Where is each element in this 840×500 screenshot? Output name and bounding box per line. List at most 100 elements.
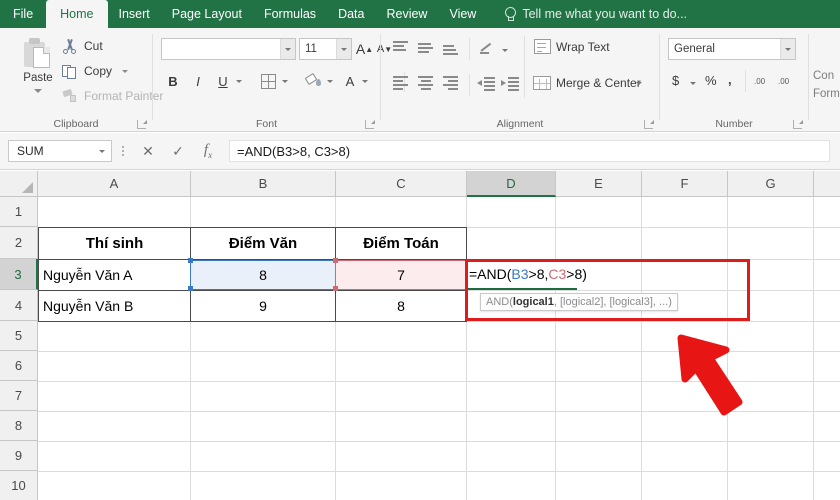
cell-B3[interactable]: 8 — [190, 260, 336, 290]
row-header-8[interactable]: 8 — [0, 411, 38, 441]
formula-bar-grip[interactable] — [117, 140, 129, 162]
column-header-C[interactable]: C — [336, 171, 467, 197]
tab-file[interactable]: File — [0, 0, 46, 28]
tab-home[interactable]: Home — [46, 0, 108, 28]
row-header-2[interactable]: 2 — [0, 227, 38, 259]
reference-handle-c3-tl[interactable] — [333, 258, 338, 263]
percent-style-button[interactable]: % — [705, 73, 717, 88]
align-middle-button[interactable] — [418, 42, 436, 57]
borders-button[interactable] — [258, 71, 278, 91]
comma-style-button[interactable]: , — [728, 72, 732, 87]
row-header-3[interactable]: 3 — [0, 259, 38, 290]
increase-font-size-button[interactable]: A ▲ — [355, 39, 374, 59]
column-header-E[interactable]: E — [556, 171, 642, 197]
paste-button[interactable]: Paste — [12, 36, 64, 110]
conditional-formatting-line1[interactable]: Con — [813, 70, 834, 82]
cell-A3[interactable]: Nguyễn Văn A — [38, 259, 191, 291]
row-header-6[interactable]: 6 — [0, 351, 38, 381]
fill-color-chevron-down-icon[interactable] — [324, 74, 336, 88]
borders-chevron-down-icon[interactable] — [279, 74, 291, 88]
number-format-chevron-down-icon[interactable] — [780, 39, 795, 59]
font-size-select[interactable]: 11 — [299, 38, 352, 60]
cell-A4[interactable]: Nguyễn Văn B — [38, 290, 191, 322]
cell-B4[interactable]: 9 — [190, 290, 336, 322]
row-header-7[interactable]: 7 — [0, 381, 38, 411]
tab-review[interactable]: Review — [375, 0, 438, 28]
column-header-D[interactable]: D — [467, 171, 556, 197]
decrease-indent-button[interactable] — [477, 76, 495, 91]
conditional-formatting-line2[interactable]: Form — [813, 88, 840, 100]
reference-handle-b3-tl[interactable] — [188, 258, 193, 263]
column-header-F[interactable]: F — [642, 171, 728, 197]
font-name-chevron-down-icon[interactable] — [280, 39, 295, 59]
merge-center-chevron-down-icon[interactable] — [633, 76, 645, 90]
increase-decimal-button[interactable]: .00 — [754, 72, 776, 92]
cell-C2[interactable]: Điểm Toán — [335, 227, 467, 260]
insert-function-button[interactable]: fx — [193, 139, 223, 163]
column-header-G[interactable]: G — [728, 171, 814, 197]
italic-icon: I — [196, 73, 200, 89]
row-header-10[interactable]: 10 — [0, 471, 38, 500]
underline-button[interactable]: U — [213, 71, 233, 91]
merge-center-button[interactable] — [533, 74, 551, 91]
font-color-chevron-down-icon[interactable] — [359, 74, 371, 88]
decrease-decimal-button[interactable]: .00 — [778, 72, 800, 92]
number-dialog-launcher[interactable] — [793, 120, 803, 129]
alignment-dialog-launcher[interactable] — [644, 120, 654, 129]
font-dialog-launcher[interactable] — [365, 120, 375, 129]
font-color-button[interactable]: A — [341, 71, 359, 91]
align-right-button[interactable] — [443, 76, 461, 91]
select-all-button[interactable] — [0, 171, 38, 197]
formula-bar-buttons: ✕ ✓ fx — [133, 139, 223, 163]
font-name-select[interactable] — [161, 38, 296, 60]
tab-insert[interactable]: Insert — [108, 0, 161, 28]
align-top-button[interactable] — [393, 40, 411, 55]
reference-handle-b3-bl[interactable] — [188, 286, 193, 291]
tab-formulas[interactable]: Formulas — [253, 0, 327, 28]
formula-input[interactable]: =AND(B3>8, C3>8) — [229, 140, 830, 162]
clipboard-dialog-launcher[interactable] — [137, 120, 147, 129]
format-painter-button[interactable]: Format Painter — [62, 88, 163, 104]
row-header-4[interactable]: 4 — [0, 290, 38, 321]
cell-B2[interactable]: Điểm Văn — [190, 227, 336, 260]
align-center-button[interactable] — [418, 76, 436, 91]
tab-data[interactable]: Data — [327, 0, 375, 28]
wrap-text-button[interactable] — [533, 38, 551, 55]
chevron-down-icon[interactable] — [34, 89, 42, 93]
underline-chevron-down-icon[interactable] — [233, 74, 245, 88]
cancel-formula-button[interactable]: ✕ — [133, 139, 163, 163]
column-header-A[interactable]: A — [38, 171, 191, 197]
bold-icon: B — [168, 73, 178, 89]
font-size-chevron-down-icon[interactable] — [336, 39, 351, 59]
column-header-B[interactable]: B — [191, 171, 336, 197]
align-left-button[interactable] — [393, 76, 411, 91]
number-format-select[interactable]: General — [668, 38, 796, 60]
merge-cells-icon — [533, 75, 551, 90]
tab-view[interactable]: View — [438, 0, 487, 28]
fill-color-button[interactable] — [303, 71, 323, 91]
cell-C3[interactable]: 7 — [335, 260, 467, 290]
currency-chevron-down-icon[interactable] — [687, 76, 699, 90]
reference-handle-c3-bl[interactable] — [333, 286, 338, 291]
orientation-button[interactable] — [479, 40, 497, 55]
align-bottom-button[interactable] — [443, 44, 461, 59]
name-box-chevron-down-icon[interactable] — [93, 149, 111, 153]
bold-button[interactable]: B — [163, 71, 183, 91]
confirm-formula-button[interactable]: ✓ — [163, 139, 193, 163]
tab-page-layout[interactable]: Page Layout — [161, 0, 253, 28]
copy-chevron-down-icon[interactable] — [122, 69, 129, 73]
cut-button[interactable]: Cut — [62, 38, 103, 54]
copy-button[interactable]: Copy — [62, 63, 129, 79]
row-header-5[interactable]: 5 — [0, 321, 38, 351]
name-box[interactable]: SUM — [8, 140, 112, 162]
orientation-chevron-down-icon[interactable] — [499, 43, 511, 57]
row-header-1[interactable]: 1 — [0, 197, 38, 227]
currency-button[interactable]: $ — [672, 73, 679, 88]
row-header-9[interactable]: 9 — [0, 441, 38, 471]
increase-indent-button[interactable] — [501, 76, 519, 91]
cell-A2[interactable]: Thí sinh — [38, 227, 191, 260]
column-header-H[interactable] — [814, 171, 840, 197]
tell-me-box[interactable]: Tell me what you want to do... — [503, 0, 687, 28]
cell-C4[interactable]: 8 — [335, 290, 467, 322]
italic-button[interactable]: I — [188, 71, 208, 91]
